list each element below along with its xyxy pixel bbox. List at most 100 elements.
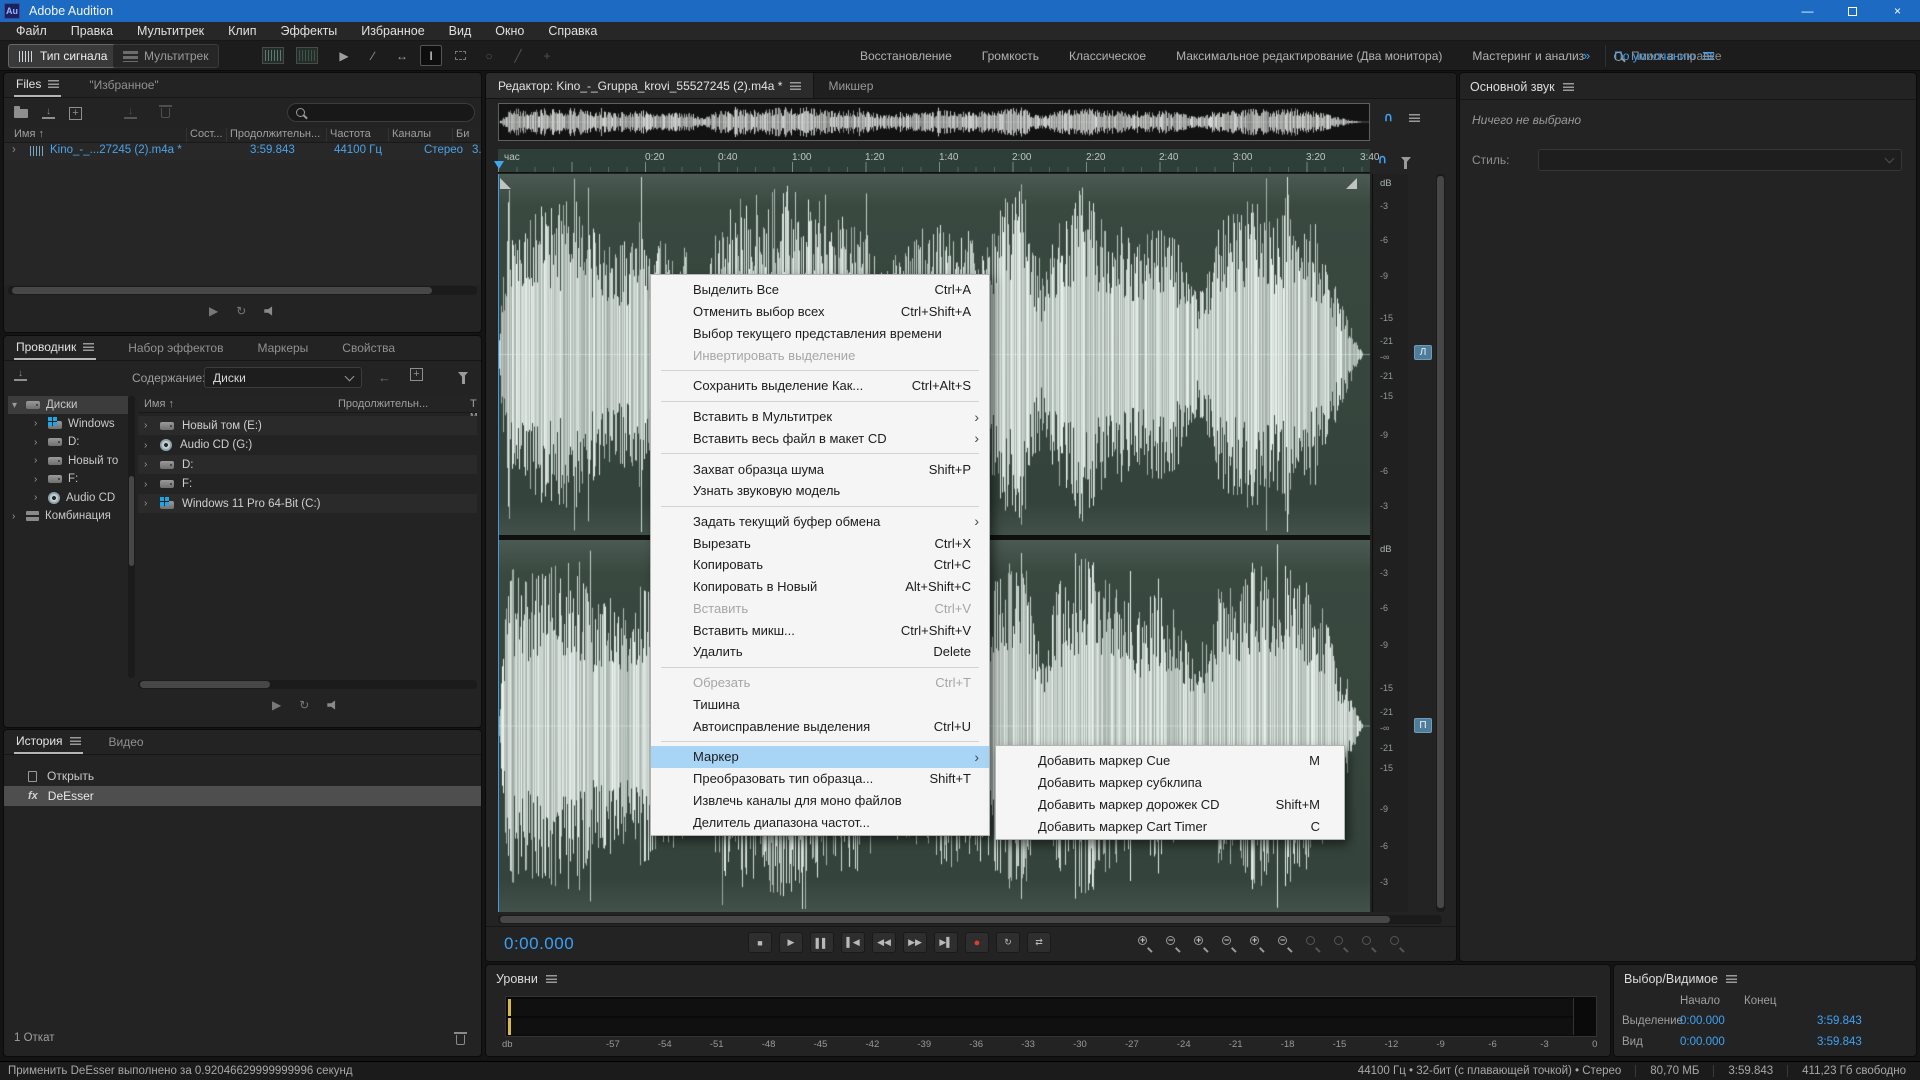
timeline-ruler[interactable]: час0:200:401:001:201:402:002:202:403:003… xyxy=(498,149,1370,173)
auto-play-icon[interactable] xyxy=(327,700,339,710)
files-col-каналы[interactable]: Каналы xyxy=(392,128,431,140)
menu-item-копировать-в-новый[interactable]: Копировать в НовыйAlt+Shift+C xyxy=(651,576,989,598)
submenu-item-добавить-маркер-cart-timer[interactable]: Добавить маркер Cart TimerC xyxy=(996,815,1344,837)
paintbrush-tool[interactable]: ╱ xyxy=(507,45,529,66)
menubar-окно[interactable]: Окно xyxy=(483,24,536,38)
move-tool[interactable]: ▶ xyxy=(333,45,355,66)
lasso-selection-tool[interactable]: ○ xyxy=(478,45,500,66)
selection-start-value[interactable]: 0:00.000 xyxy=(1680,1036,1725,1048)
menu-item-вставить[interactable]: ВставитьCtrl+V xyxy=(651,598,989,620)
panel-menu-icon[interactable] xyxy=(48,80,59,88)
editor-horizontal-scrollbar[interactable] xyxy=(498,915,1442,924)
editor-options-icon[interactable] xyxy=(1409,114,1420,122)
menubar-файл[interactable]: Файл xyxy=(4,24,59,38)
menubar-справка[interactable]: Справка xyxy=(536,24,609,38)
tree-item-d[interactable]: ›D: xyxy=(8,433,128,451)
menu-item-задать-текущий-буфер-обмена[interactable]: Задать текущий буфер обмена› xyxy=(651,511,989,533)
files-col-имя[interactable]: Имя ↑ xyxy=(14,128,44,140)
spectral-view-icon[interactable] xyxy=(296,47,318,64)
multitrack-button[interactable]: Мультитрек xyxy=(112,44,219,68)
filter-icon[interactable] xyxy=(458,372,468,378)
menu-item-отменить-выбор-всех[interactable]: Отменить выбор всехCtrl+Shift+A xyxy=(651,301,989,323)
tree-chevron-icon[interactable]: › xyxy=(12,511,22,522)
preview-play-icon[interactable]: ▶ xyxy=(272,698,281,712)
pause-button[interactable]: ▌▌ xyxy=(810,932,834,953)
workspace-мастеринг-и-анализ[interactable]: Мастеринг и анализ xyxy=(1472,49,1584,63)
tree-item-комбинация[interactable]: ›Комбинация xyxy=(8,507,128,525)
tab-набор-эффектов[interactable]: Набор эффектов xyxy=(126,336,225,360)
minimize-button[interactable]: — xyxy=(1785,0,1830,22)
list-item-windows-11-pro-64-bit-c[interactable]: ›Windows 11 Pro 64-Bit (C:) xyxy=(138,494,477,513)
tab-видео[interactable]: Видео xyxy=(107,730,146,754)
menubar-избранное[interactable]: Избранное xyxy=(349,24,436,38)
list-item-audio-cd-g[interactable]: ›Audio CD (G:) xyxy=(138,436,477,455)
menu-item-преобразовать-тип-образца[interactable]: Преобразовать тип образца...Shift+T xyxy=(651,768,989,790)
files-search-input[interactable] xyxy=(287,103,475,122)
zoom-out-button[interactable]: − xyxy=(1164,934,1182,950)
history-item-deesser[interactable]: fxDeEsser xyxy=(4,786,481,806)
files-col-частота[interactable]: Частота xyxy=(330,128,371,140)
menu-item-делитель-диапазона-частот[interactable]: Делитель диапазона частот... xyxy=(651,811,989,833)
list-item-новый-том-e[interactable]: ›Новый том (E:) xyxy=(138,416,477,435)
maximize-button[interactable] xyxy=(1830,0,1875,22)
playhead-marker[interactable] xyxy=(494,161,504,169)
list-col-имя[interactable]: Имя ↑ xyxy=(144,398,174,410)
waveform-editor-button[interactable]: Тип сигнала xyxy=(8,44,118,68)
tab-проводник[interactable]: Проводник xyxy=(14,336,96,360)
left-channel-badge[interactable]: Л xyxy=(1414,345,1432,360)
workspace-восстановление[interactable]: Восстановление xyxy=(860,49,952,63)
import-icon[interactable]: ↓ xyxy=(14,370,27,381)
back-arrow-icon[interactable]: ← xyxy=(378,370,391,385)
tree-item-новый-то[interactable]: ›Новый то xyxy=(8,452,128,470)
skip-to-end-button[interactable]: ▶▌ xyxy=(934,932,958,953)
import-file-icon[interactable]: ↓ xyxy=(42,108,55,119)
menubar-эффекты[interactable]: Эффекты xyxy=(268,24,349,38)
menubar-клип[interactable]: Клип xyxy=(216,24,268,38)
open-folder-icon[interactable] xyxy=(14,109,28,118)
list-chevron-icon[interactable]: › xyxy=(144,498,154,509)
play-button[interactable]: ▶ xyxy=(779,932,803,953)
tree-item-windows[interactable]: ›Windows xyxy=(8,415,128,433)
skip-to-start-button[interactable]: ▌◀ xyxy=(841,932,865,953)
time-selection-tool[interactable]: I xyxy=(420,45,442,66)
submenu-item-добавить-маркер-субклипа[interactable]: Добавить маркер субклипа xyxy=(996,772,1344,794)
filter-icon[interactable] xyxy=(1401,157,1411,163)
menu-item-инвертировать-выделение[interactable]: Инвертировать выделение xyxy=(651,344,989,366)
panel-menu-icon[interactable] xyxy=(790,82,801,90)
list-chevron-icon[interactable]: › xyxy=(144,440,154,451)
menu-item-обрезать[interactable]: ОбрезатьCtrl+T xyxy=(651,672,989,694)
menu-item-выбор-текущего-представления-времени[interactable]: Выбор текущего представления времени xyxy=(651,322,989,344)
trash-icon[interactable] xyxy=(161,108,170,118)
tree-item-audio-cd[interactable]: ›Audio CD xyxy=(8,489,128,507)
list-item-f[interactable]: ›F: xyxy=(138,475,477,494)
selection-end-value[interactable]: 3:59.843 xyxy=(1817,1036,1862,1048)
menubar-правка[interactable]: Правка xyxy=(59,24,125,38)
tree-item-диски[interactable]: ▾Диски xyxy=(8,396,128,414)
menu-item-вставить-в-мультитрек[interactable]: Вставить в Мультитрек› xyxy=(651,406,989,428)
workspace-громкость[interactable]: Громкость xyxy=(982,49,1039,63)
panel-menu-icon[interactable] xyxy=(83,343,94,351)
workspace-классическое[interactable]: Классическое xyxy=(1069,49,1146,63)
list-horizontal-scrollbar[interactable] xyxy=(138,680,477,689)
add-icon[interactable]: + xyxy=(410,368,423,381)
right-channel-badge[interactable]: П xyxy=(1414,718,1432,733)
save-icon[interactable]: ↓ xyxy=(124,108,137,119)
list-item-d[interactable]: ›D: xyxy=(138,455,477,474)
time-display[interactable]: 0:00.000 xyxy=(504,934,574,954)
zoom-in-amplitude-button[interactable]: + xyxy=(1248,934,1266,950)
menubar-мультитрек[interactable]: Мультитрек xyxy=(125,24,216,38)
panel-menu-icon[interactable] xyxy=(1563,83,1574,91)
workspace-overflow-chevron[interactable]: » xyxy=(1583,48,1590,63)
fast-forward-button[interactable]: ▶▶ xyxy=(903,932,927,953)
tree-chevron-icon[interactable]: › xyxy=(34,418,44,429)
menu-item-вставить-весь-файл-в-макет-cd[interactable]: Вставить весь файл в макет CD› xyxy=(651,427,989,449)
tab-маркеры[interactable]: Маркеры xyxy=(255,336,310,360)
zoom-out-time-button[interactable]: − xyxy=(1220,934,1238,950)
help-search-box[interactable]: Поиск в справке xyxy=(1605,45,1913,67)
tree-item-f[interactable]: ›F: xyxy=(8,470,128,488)
menu-item-вырезать[interactable]: ВырезатьCtrl+X xyxy=(651,532,989,554)
content-dropdown[interactable]: Диски xyxy=(204,367,362,388)
zoom-to-selection-button[interactable] xyxy=(1304,934,1322,950)
workspace-максимальное-редактирование-два-монитора[interactable]: Максимальное редактирование (Два монитор… xyxy=(1176,49,1442,63)
tree-scrollbar[interactable] xyxy=(128,396,135,678)
